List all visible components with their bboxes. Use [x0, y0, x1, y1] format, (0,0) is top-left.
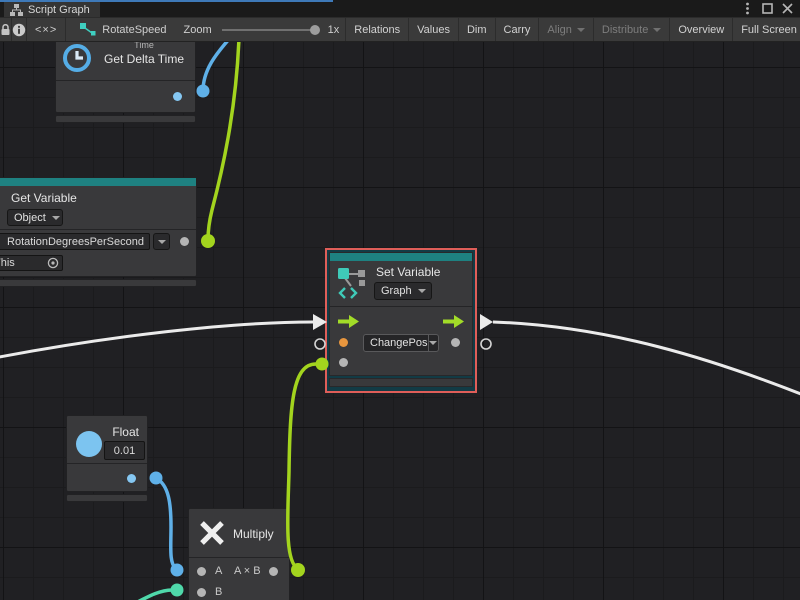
graph-toolbar: <×> RotateSpeed Zoom 1x Relations Values… [0, 17, 800, 42]
unconnected-port-left[interactable] [315, 339, 325, 349]
zoom-value: 1x [328, 24, 340, 36]
clock-icon [62, 43, 94, 75]
values-button[interactable]: Values [409, 18, 459, 41]
graph-node-icon [80, 23, 96, 36]
carry-button[interactable]: Carry [496, 18, 540, 41]
port-label-b: B [215, 586, 222, 598]
set-variable-output-port[interactable] [451, 338, 460, 347]
overview-button[interactable]: Overview [670, 18, 733, 41]
multiply-input-a-port[interactable] [197, 567, 206, 576]
node-get-delta-time[interactable]: Time Get Delta Time [55, 42, 196, 123]
variable-name-dropdown-button[interactable] [153, 233, 170, 250]
port-label-out: A × B [234, 565, 261, 577]
variable-name-dropdown[interactable]: ChangePos [363, 334, 439, 352]
zoom-label: Zoom [184, 24, 212, 36]
flow-wire-left [0, 322, 313, 358]
code-icon: <×> [35, 24, 57, 36]
variable-output-port[interactable] [180, 237, 189, 246]
float-icon [76, 431, 102, 457]
info-button[interactable] [12, 18, 27, 41]
dim-button[interactable]: Dim [459, 18, 496, 41]
node-kicker: Time [96, 42, 192, 50]
edit-graph-button[interactable]: <×> [27, 18, 66, 41]
value-wire-float-multiply [156, 478, 176, 569]
graph-name-label: RotateSpeed [102, 24, 166, 36]
align-button: Align [539, 18, 593, 41]
wire-end-dot [291, 563, 305, 577]
lock-button[interactable] [0, 18, 12, 41]
graph-hierarchy-icon [10, 4, 23, 16]
node-footer [55, 115, 196, 123]
value-wire-multiply-setvar [288, 364, 316, 569]
graph-canvas[interactable]: Time Get Delta Time Get Variable Object … [0, 42, 800, 600]
unconnected-port-right[interactable] [481, 339, 491, 349]
zoom-slider-knob[interactable] [310, 25, 320, 35]
multiply-icon [197, 518, 227, 548]
node-float[interactable]: Float 0.01 [66, 415, 148, 502]
node-multiply[interactable]: Multiply A A × B B [188, 508, 290, 600]
node-get-variable[interactable]: Get Variable Object RotationDegreesPerSe… [0, 177, 197, 287]
node-footer [329, 378, 473, 387]
variable-name-port[interactable] [339, 338, 348, 347]
tab-title: Script Graph [28, 4, 90, 16]
float-value-field[interactable]: 0.01 [104, 441, 145, 460]
tab-bar: Script Graph [0, 0, 800, 17]
more-icon[interactable] [740, 2, 754, 16]
value-wire-delta-time [203, 42, 230, 91]
lock-icon [0, 24, 11, 36]
value-wire-get-variable [208, 42, 239, 240]
tab-script-graph[interactable]: Script Graph [4, 2, 100, 17]
variable-scope-dropdown[interactable]: Graph [374, 282, 432, 300]
object-picker-icon[interactable] [47, 257, 59, 269]
multiply-input-b-port[interactable] [197, 588, 206, 597]
node-footer [0, 279, 197, 287]
variable-name-field[interactable]: RotationDegreesPerSecond [0, 233, 150, 250]
wire-end-dot [150, 472, 163, 485]
relations-button[interactable]: Relations [346, 18, 409, 41]
node-title: Multiply [233, 527, 274, 541]
graph-reference-segment[interactable]: RotateSpeed Zoom 1x [66, 18, 346, 41]
variable-kind-bar [0, 178, 196, 186]
wire-end-dot [197, 85, 210, 98]
multiply-output-port[interactable] [269, 567, 278, 576]
flow-output-port[interactable] [443, 315, 464, 328]
node-title: Set Variable [376, 265, 440, 279]
target-object-field[interactable]: This [0, 255, 63, 271]
chevron-down-icon [52, 216, 60, 220]
chevron-down-icon [418, 289, 426, 293]
chevron-down-icon [158, 240, 166, 244]
chevron-down-icon [577, 28, 585, 32]
wire-end-dot [201, 234, 215, 248]
flow-arrowhead-right [480, 314, 493, 330]
float-output-port[interactable] [127, 474, 136, 483]
value-wire-multiply-b [122, 590, 172, 600]
delta-time-output-port[interactable] [173, 92, 182, 101]
node-footer [66, 494, 148, 502]
full-screen-button[interactable]: Full Screen [733, 18, 800, 41]
node-title: Get Variable [11, 191, 77, 205]
variable-node-icon [337, 266, 369, 300]
value-input-port[interactable] [339, 358, 348, 367]
close-icon[interactable] [780, 2, 794, 16]
node-set-variable[interactable]: Set Variable Graph [325, 248, 477, 393]
flow-wire-right [493, 322, 800, 396]
wire-end-dot [171, 564, 184, 577]
wire-end-dot [171, 584, 184, 597]
node-title: Get Delta Time [96, 52, 192, 66]
info-icon [12, 23, 26, 37]
variable-scope-dropdown[interactable]: Object [7, 209, 63, 226]
maximize-icon[interactable] [760, 2, 774, 16]
distribute-button: Distribute [594, 18, 670, 41]
chevron-down-icon [429, 341, 437, 345]
port-label-a: A [215, 565, 222, 577]
zoom-slider[interactable] [222, 29, 318, 31]
node-title: Float [112, 425, 139, 439]
chevron-down-icon [653, 28, 661, 32]
variable-kind-bar [330, 253, 472, 261]
flow-input-port[interactable] [338, 315, 359, 328]
